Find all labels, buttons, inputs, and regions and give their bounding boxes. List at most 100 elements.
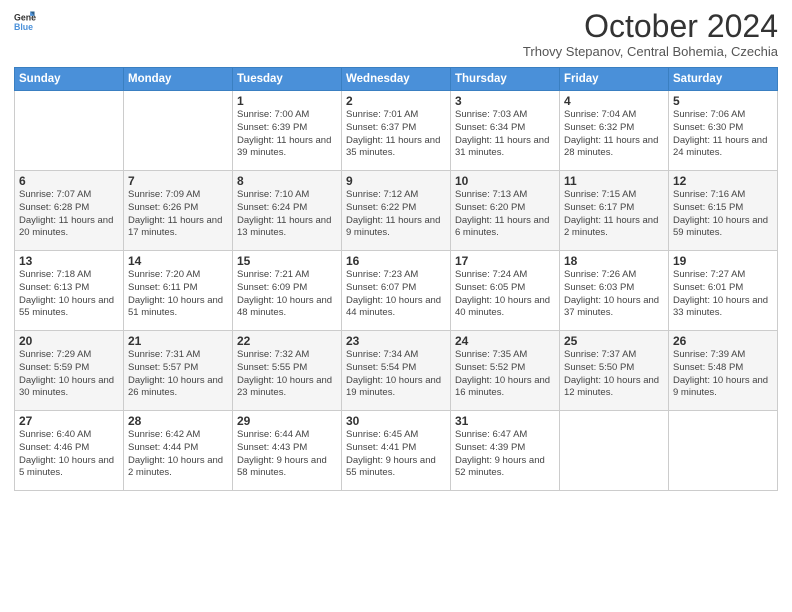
day-info: Sunrise: 6:47 AMSunset: 4:39 PMDaylight:… <box>455 429 555 480</box>
calendar-cell: 7Sunrise: 7:09 AMSunset: 6:26 PMDaylight… <box>124 171 233 251</box>
calendar-cell: 22Sunrise: 7:32 AMSunset: 5:55 PMDayligh… <box>233 331 342 411</box>
calendar-cell <box>15 91 124 171</box>
calendar-cell: 1Sunrise: 7:00 AMSunset: 6:39 PMDaylight… <box>233 91 342 171</box>
day-info: Sunrise: 7:32 AMSunset: 5:55 PMDaylight:… <box>237 349 337 400</box>
calendar-cell: 13Sunrise: 7:18 AMSunset: 6:13 PMDayligh… <box>15 251 124 331</box>
day-info: Sunrise: 7:39 AMSunset: 5:48 PMDaylight:… <box>673 349 773 400</box>
day-number: 22 <box>237 334 337 348</box>
calendar-cell: 18Sunrise: 7:26 AMSunset: 6:03 PMDayligh… <box>560 251 669 331</box>
calendar-week-row: 6Sunrise: 7:07 AMSunset: 6:28 PMDaylight… <box>15 171 778 251</box>
calendar-page: General Blue October 2024 Trhovy Stepano… <box>0 0 792 612</box>
day-info: Sunrise: 7:18 AMSunset: 6:13 PMDaylight:… <box>19 269 119 320</box>
calendar-cell <box>560 411 669 491</box>
day-info: Sunrise: 7:01 AMSunset: 6:37 PMDaylight:… <box>346 109 446 160</box>
day-number: 29 <box>237 414 337 428</box>
day-info: Sunrise: 7:10 AMSunset: 6:24 PMDaylight:… <box>237 189 337 240</box>
calendar-cell: 4Sunrise: 7:04 AMSunset: 6:32 PMDaylight… <box>560 91 669 171</box>
calendar-cell: 30Sunrise: 6:45 AMSunset: 4:41 PMDayligh… <box>342 411 451 491</box>
weekday-header: Wednesday <box>342 68 451 91</box>
calendar-cell: 8Sunrise: 7:10 AMSunset: 6:24 PMDaylight… <box>233 171 342 251</box>
calendar-cell: 2Sunrise: 7:01 AMSunset: 6:37 PMDaylight… <box>342 91 451 171</box>
day-info: Sunrise: 7:15 AMSunset: 6:17 PMDaylight:… <box>564 189 664 240</box>
calendar-cell: 20Sunrise: 7:29 AMSunset: 5:59 PMDayligh… <box>15 331 124 411</box>
day-number: 26 <box>673 334 773 348</box>
calendar-week-row: 27Sunrise: 6:40 AMSunset: 4:46 PMDayligh… <box>15 411 778 491</box>
day-number: 15 <box>237 254 337 268</box>
weekday-header: Monday <box>124 68 233 91</box>
calendar-week-row: 1Sunrise: 7:00 AMSunset: 6:39 PMDaylight… <box>15 91 778 171</box>
title-area: October 2024 Trhovy Stepanov, Central Bo… <box>523 10 778 59</box>
day-info: Sunrise: 7:34 AMSunset: 5:54 PMDaylight:… <box>346 349 446 400</box>
day-number: 6 <box>19 174 119 188</box>
day-info: Sunrise: 6:45 AMSunset: 4:41 PMDaylight:… <box>346 429 446 480</box>
calendar-cell: 24Sunrise: 7:35 AMSunset: 5:52 PMDayligh… <box>451 331 560 411</box>
day-info: Sunrise: 7:09 AMSunset: 6:26 PMDaylight:… <box>128 189 228 240</box>
day-info: Sunrise: 7:04 AMSunset: 6:32 PMDaylight:… <box>564 109 664 160</box>
day-number: 8 <box>237 174 337 188</box>
calendar-cell: 14Sunrise: 7:20 AMSunset: 6:11 PMDayligh… <box>124 251 233 331</box>
weekday-header: Friday <box>560 68 669 91</box>
day-number: 14 <box>128 254 228 268</box>
day-number: 24 <box>455 334 555 348</box>
calendar-cell <box>124 91 233 171</box>
day-info: Sunrise: 7:21 AMSunset: 6:09 PMDaylight:… <box>237 269 337 320</box>
calendar-week-row: 20Sunrise: 7:29 AMSunset: 5:59 PMDayligh… <box>15 331 778 411</box>
calendar-cell: 23Sunrise: 7:34 AMSunset: 5:54 PMDayligh… <box>342 331 451 411</box>
weekday-header: Thursday <box>451 68 560 91</box>
day-number: 11 <box>564 174 664 188</box>
day-info: Sunrise: 7:29 AMSunset: 5:59 PMDaylight:… <box>19 349 119 400</box>
day-number: 3 <box>455 94 555 108</box>
calendar-header: SundayMondayTuesdayWednesdayThursdayFrid… <box>15 68 778 91</box>
weekday-row: SundayMondayTuesdayWednesdayThursdayFrid… <box>15 68 778 91</box>
day-info: Sunrise: 7:20 AMSunset: 6:11 PMDaylight:… <box>128 269 228 320</box>
calendar-cell: 6Sunrise: 7:07 AMSunset: 6:28 PMDaylight… <box>15 171 124 251</box>
day-number: 10 <box>455 174 555 188</box>
calendar-table: SundayMondayTuesdayWednesdayThursdayFrid… <box>14 67 778 491</box>
day-info: Sunrise: 6:44 AMSunset: 4:43 PMDaylight:… <box>237 429 337 480</box>
weekday-header: Sunday <box>15 68 124 91</box>
day-number: 5 <box>673 94 773 108</box>
day-number: 27 <box>19 414 119 428</box>
day-number: 16 <box>346 254 446 268</box>
day-number: 19 <box>673 254 773 268</box>
header: General Blue October 2024 Trhovy Stepano… <box>14 10 778 59</box>
weekday-header: Saturday <box>669 68 778 91</box>
calendar-cell: 26Sunrise: 7:39 AMSunset: 5:48 PMDayligh… <box>669 331 778 411</box>
day-number: 4 <box>564 94 664 108</box>
day-number: 25 <box>564 334 664 348</box>
day-number: 2 <box>346 94 446 108</box>
day-number: 18 <box>564 254 664 268</box>
calendar-cell: 19Sunrise: 7:27 AMSunset: 6:01 PMDayligh… <box>669 251 778 331</box>
logo-icon: General Blue <box>14 10 36 32</box>
calendar-cell: 9Sunrise: 7:12 AMSunset: 6:22 PMDaylight… <box>342 171 451 251</box>
day-info: Sunrise: 6:42 AMSunset: 4:44 PMDaylight:… <box>128 429 228 480</box>
calendar-cell: 31Sunrise: 6:47 AMSunset: 4:39 PMDayligh… <box>451 411 560 491</box>
calendar-cell: 28Sunrise: 6:42 AMSunset: 4:44 PMDayligh… <box>124 411 233 491</box>
day-number: 31 <box>455 414 555 428</box>
day-info: Sunrise: 7:13 AMSunset: 6:20 PMDaylight:… <box>455 189 555 240</box>
day-number: 7 <box>128 174 228 188</box>
day-info: Sunrise: 7:37 AMSunset: 5:50 PMDaylight:… <box>564 349 664 400</box>
calendar-cell: 3Sunrise: 7:03 AMSunset: 6:34 PMDaylight… <box>451 91 560 171</box>
day-info: Sunrise: 7:00 AMSunset: 6:39 PMDaylight:… <box>237 109 337 160</box>
month-title: October 2024 <box>523 10 778 42</box>
day-info: Sunrise: 6:40 AMSunset: 4:46 PMDaylight:… <box>19 429 119 480</box>
weekday-header: Tuesday <box>233 68 342 91</box>
location: Trhovy Stepanov, Central Bohemia, Czechi… <box>523 44 778 59</box>
day-info: Sunrise: 7:07 AMSunset: 6:28 PMDaylight:… <box>19 189 119 240</box>
day-number: 28 <box>128 414 228 428</box>
calendar-cell: 12Sunrise: 7:16 AMSunset: 6:15 PMDayligh… <box>669 171 778 251</box>
day-number: 20 <box>19 334 119 348</box>
calendar-cell: 16Sunrise: 7:23 AMSunset: 6:07 PMDayligh… <box>342 251 451 331</box>
calendar-cell: 11Sunrise: 7:15 AMSunset: 6:17 PMDayligh… <box>560 171 669 251</box>
calendar-cell: 29Sunrise: 6:44 AMSunset: 4:43 PMDayligh… <box>233 411 342 491</box>
day-number: 13 <box>19 254 119 268</box>
day-info: Sunrise: 7:16 AMSunset: 6:15 PMDaylight:… <box>673 189 773 240</box>
day-number: 30 <box>346 414 446 428</box>
calendar-cell: 27Sunrise: 6:40 AMSunset: 4:46 PMDayligh… <box>15 411 124 491</box>
calendar-cell: 21Sunrise: 7:31 AMSunset: 5:57 PMDayligh… <box>124 331 233 411</box>
day-info: Sunrise: 7:06 AMSunset: 6:30 PMDaylight:… <box>673 109 773 160</box>
calendar-week-row: 13Sunrise: 7:18 AMSunset: 6:13 PMDayligh… <box>15 251 778 331</box>
svg-text:Blue: Blue <box>14 22 33 32</box>
day-info: Sunrise: 7:35 AMSunset: 5:52 PMDaylight:… <box>455 349 555 400</box>
